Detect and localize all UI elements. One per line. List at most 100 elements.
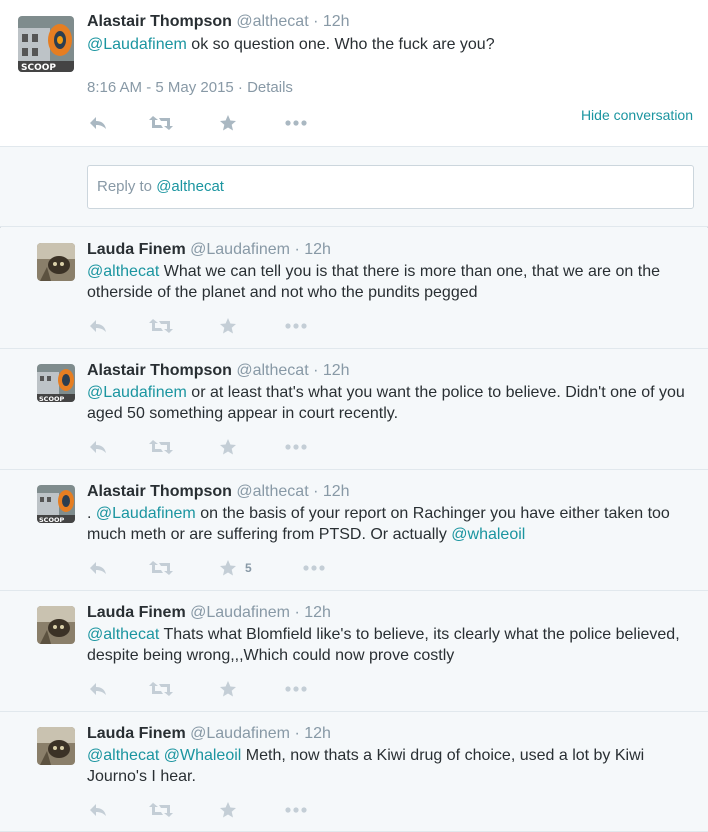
star-icon — [220, 681, 236, 697]
main-tweet: SCOOP Alastair Thompson @althecat · 12h … — [0, 0, 708, 147]
reply-button[interactable] — [89, 318, 107, 334]
retweet-button[interactable] — [149, 115, 173, 131]
avatar[interactable] — [37, 243, 75, 281]
tweet-text: @althecat Thats what Blomfield like's to… — [87, 624, 687, 666]
mention-link[interactable]: @Laudafinem — [87, 36, 187, 53]
more-button[interactable] — [285, 323, 307, 329]
more-icon — [303, 565, 325, 571]
svg-text:SCOOP: SCOOP — [39, 516, 65, 523]
avatar[interactable]: SCOOP — [37, 364, 75, 402]
retweet-icon — [149, 682, 173, 696]
tweet-header: Lauda Finem @Laudafinem · 12h — [87, 241, 331, 259]
avatar[interactable]: SCOOP — [18, 16, 74, 72]
reply-tweet: Lauda Finem @Laudafinem · 12h @althecat @… — [0, 712, 708, 832]
retweet-button[interactable] — [149, 681, 173, 697]
mention-link[interactable]: @whaleoil — [451, 526, 525, 543]
tweet-time[interactable]: · 12h — [294, 241, 330, 258]
star-icon — [220, 439, 236, 455]
mention-link[interactable]: @Whaleoil — [164, 747, 242, 764]
retweet-icon — [149, 803, 173, 817]
reply-placeholder: Reply to — [97, 178, 157, 195]
mention-link[interactable]: @althecat — [87, 263, 159, 280]
reply-icon — [90, 117, 106, 129]
more-button[interactable] — [285, 686, 307, 692]
reply-icon — [90, 320, 106, 332]
star-icon — [220, 318, 236, 334]
retweet-button[interactable] — [149, 318, 173, 334]
author-handle[interactable]: @Laudafinem — [190, 604, 290, 621]
more-button[interactable] — [285, 807, 307, 813]
reply-icon — [90, 562, 106, 574]
reply-tweet: SCOOP Alastair Thompson @althecat · 12h @L… — [0, 349, 708, 470]
reply-tweet: SCOOP Alastair Thompson @althecat · 12h . … — [0, 470, 708, 591]
more-icon — [285, 120, 307, 126]
tweet-timestamp[interactable]: 8:16 AM - 5 May 2015 · Details — [87, 79, 293, 96]
tweet-time[interactable]: · 12h — [294, 725, 330, 742]
author-handle[interactable]: @althecat — [236, 483, 308, 500]
star-icon — [220, 560, 236, 576]
author-handle[interactable]: @Laudafinem — [190, 725, 290, 742]
more-icon — [285, 444, 307, 450]
favorite-button[interactable] — [219, 438, 245, 456]
mention-link[interactable]: @Laudafinem — [87, 384, 187, 401]
reply-button[interactable] — [89, 115, 107, 131]
reply-button[interactable] — [89, 560, 107, 576]
more-button[interactable] — [285, 120, 307, 126]
svg-text:SCOOP: SCOOP — [39, 395, 65, 402]
avatar[interactable] — [37, 606, 75, 644]
avatar[interactable] — [37, 727, 75, 765]
more-button[interactable] — [285, 444, 307, 450]
favorite-button[interactable] — [219, 317, 245, 335]
retweet-icon — [149, 319, 173, 333]
retweet-button[interactable] — [149, 802, 173, 818]
more-icon — [285, 686, 307, 692]
reply-input[interactable]: Reply to @althecat — [87, 165, 694, 209]
favorite-button[interactable] — [219, 114, 237, 132]
tweet-header: Lauda Finem @Laudafinem · 12h — [87, 725, 331, 743]
tweet-time[interactable]: · 12h — [313, 483, 349, 500]
avatar[interactable]: SCOOP — [37, 485, 75, 523]
tweet-time[interactable]: · 12h — [313, 362, 349, 379]
reply-tweet: Lauda Finem @Laudafinem · 12h @althecat W… — [0, 228, 708, 349]
author-name[interactable]: Alastair Thompson — [87, 13, 232, 30]
star-icon — [220, 802, 236, 818]
favorite-button[interactable] — [219, 801, 245, 819]
tweet-text-content: Thats what Blomfield like's to believe, … — [87, 626, 680, 664]
tweet-text: @althecat What we can tell you is that t… — [87, 261, 687, 303]
author-name[interactable]: Lauda Finem — [87, 241, 186, 258]
author-name[interactable]: Alastair Thompson — [87, 483, 232, 500]
reply-button[interactable] — [89, 802, 107, 818]
reply-area: Reply to @althecat — [0, 147, 708, 227]
reply-icon — [90, 441, 106, 453]
tweet-time[interactable]: · 12h — [294, 604, 330, 621]
favorite-button[interactable] — [219, 680, 245, 698]
mention-link[interactable]: @althecat — [87, 626, 159, 643]
reply-mention: @althecat — [156, 178, 224, 195]
author-name[interactable]: Alastair Thompson — [87, 362, 232, 379]
reply-button[interactable] — [89, 439, 107, 455]
tweet-text: @Laudafinem ok so question one. Who the … — [87, 34, 687, 55]
author-handle[interactable]: @althecat — [236, 13, 308, 30]
author-handle[interactable]: @althecat — [236, 362, 308, 379]
tweet-header: Alastair Thompson @althecat · 12h — [87, 483, 350, 501]
retweet-icon — [149, 116, 173, 130]
tweet-header: Lauda Finem @Laudafinem · 12h — [87, 604, 331, 622]
author-handle[interactable]: @Laudafinem — [190, 241, 290, 258]
tweet-time[interactable]: · 12h — [313, 13, 349, 30]
mention-link[interactable]: @althecat — [87, 747, 159, 764]
favorite-button[interactable]: 5 — [219, 559, 252, 577]
retweet-button[interactable] — [149, 439, 173, 455]
more-button[interactable] — [303, 565, 325, 571]
mention-link[interactable]: @Laudafinem — [96, 505, 196, 522]
retweet-button[interactable] — [149, 560, 173, 576]
author-name[interactable]: Lauda Finem — [87, 604, 186, 621]
retweet-icon — [149, 440, 173, 454]
svg-text:SCOOP: SCOOP — [21, 63, 56, 72]
tweet-text-content: What we can tell you is that there is mo… — [87, 263, 660, 301]
tweet-text-content: ok so question one. Who the fuck are you… — [186, 36, 495, 53]
hide-conversation-link[interactable]: Hide conversation — [581, 107, 693, 123]
author-name[interactable]: Lauda Finem — [87, 725, 186, 742]
reply-button[interactable] — [89, 681, 107, 697]
tweet-text: @althecat @Whaleoil Meth, now thats a Ki… — [87, 745, 687, 787]
tweet-header: Alastair Thompson @althecat · 12h — [87, 362, 350, 380]
